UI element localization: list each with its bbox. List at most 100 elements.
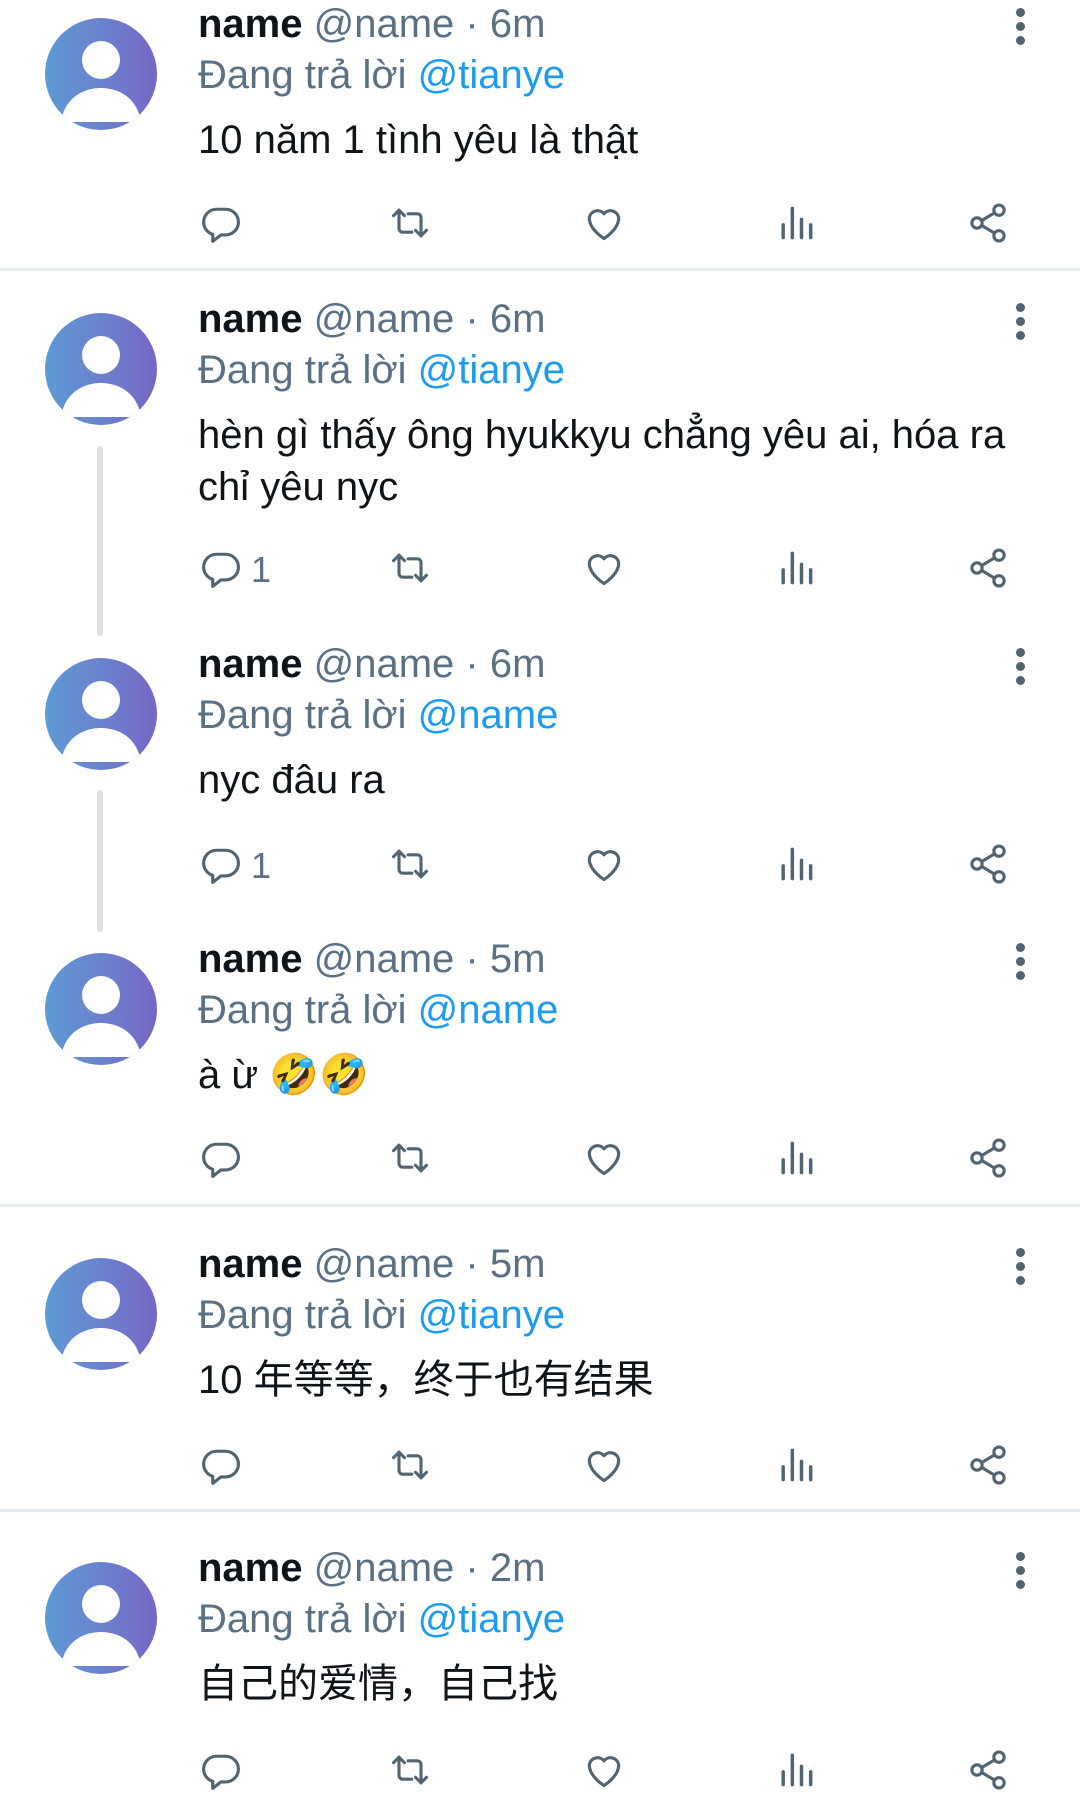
user-handle[interactable]: @name [314,1546,455,1590]
display-name[interactable]: name [198,297,303,341]
share-button[interactable] [966,1130,1010,1190]
more-icon[interactable] [1008,6,1032,46]
timestamp[interactable]: 5m [490,1242,546,1286]
share-button[interactable] [966,1742,1010,1802]
user-handle[interactable]: @name [314,1242,455,1286]
more-icon[interactable] [1008,301,1032,341]
avatar[interactable] [45,658,157,770]
retweet-icon [388,546,432,595]
retweet-button[interactable] [388,540,432,600]
like-icon [582,1748,626,1797]
stats-icon [774,842,818,891]
display-name[interactable]: name [198,1546,303,1590]
like-button[interactable] [582,1437,626,1497]
tweet-actions [0,1742,1080,1802]
stats-icon [774,1443,818,1492]
more-icon[interactable] [1008,1550,1032,1590]
reply-button[interactable] [199,1742,251,1802]
retweet-button[interactable] [388,1437,432,1497]
retweet-button[interactable] [388,195,432,255]
replying-to-label: Đang trả lời [198,348,407,392]
user-handle[interactable]: @name [314,937,455,981]
like-button[interactable] [582,1742,626,1802]
reply-to-handle[interactable]: @tianye [418,348,565,392]
like-button[interactable] [582,540,626,600]
view-stats-button[interactable] [774,1742,818,1802]
view-stats-button[interactable] [774,195,818,255]
replying-to: Đang trả lời @tianye [198,346,565,394]
reply-to-handle[interactable]: @tianye [418,1597,565,1641]
reply-button[interactable] [199,195,251,255]
like-icon [582,1136,626,1185]
separator-dot: · [454,1546,490,1590]
reply-button[interactable] [199,1130,251,1190]
replying-to: Đang trả lời @name [198,691,558,739]
more-icon[interactable] [1008,646,1032,686]
avatar[interactable] [45,953,157,1065]
replying-to-label: Đang trả lời [198,53,407,97]
replying-to-label: Đang trả lời [198,693,407,737]
retweet-button[interactable] [388,1742,432,1802]
tweet-actions [0,1130,1080,1190]
retweet-button[interactable] [388,1130,432,1190]
timestamp[interactable]: 6m [490,297,546,341]
reply-to-handle[interactable]: @tianye [418,1293,565,1337]
timestamp[interactable]: 2m [490,1546,546,1590]
retweet-button[interactable] [388,836,432,896]
timestamp[interactable]: 5m [490,937,546,981]
timestamp[interactable]: 6m [490,2,546,46]
reply-to-handle[interactable]: @name [418,988,559,1032]
tweet-text-content: nyc đâu ra [198,758,385,802]
share-button[interactable] [966,836,1010,896]
reply-to-handle[interactable]: @tianye [418,53,565,97]
reply-icon [199,842,243,891]
reply-button[interactable]: 1 [199,836,271,896]
like-button[interactable] [582,1130,626,1190]
tweet-actions [0,1437,1080,1497]
tweet-text: 自己的爱情，自己找 [198,1658,1028,1710]
replying-to: Đang trả lời @tianye [198,1595,565,1643]
view-stats-button[interactable] [774,1130,818,1190]
stats-icon [774,1748,818,1797]
like-icon [582,201,626,250]
share-button[interactable] [966,1437,1010,1497]
tweet-text-content: 10 年等等，终于也有结果 [198,1358,654,1402]
tweet-text: à ừ 🤣🤣 [198,1049,1028,1101]
share-icon [966,1748,1010,1797]
display-name[interactable]: name [198,1242,303,1286]
view-stats-button[interactable] [774,1437,818,1497]
more-icon[interactable] [1008,941,1032,981]
tweet-text: nyc đâu ra [198,754,1028,806]
share-icon [966,201,1010,250]
retweet-icon [388,1443,432,1492]
timestamp[interactable]: 6m [490,642,546,686]
user-handle[interactable]: @name [314,2,455,46]
view-stats-button[interactable] [774,836,818,896]
view-stats-button[interactable] [774,540,818,600]
share-icon [966,842,1010,891]
avatar[interactable] [45,1562,157,1674]
more-icon[interactable] [1008,1246,1032,1286]
like-icon [582,842,626,891]
like-button[interactable] [582,195,626,255]
avatar[interactable] [45,313,157,425]
share-button[interactable] [966,195,1010,255]
display-name[interactable]: name [198,642,303,686]
user-handle[interactable]: @name [314,642,455,686]
replying-to: Đang trả lời @tianye [198,51,565,99]
reply-to-handle[interactable]: @name [418,693,559,737]
avatar[interactable] [45,18,157,130]
tweet-text: 10 年等等，终于也有结果 [198,1354,1028,1406]
share-icon [966,546,1010,595]
reply-icon [199,1443,243,1492]
user-handle[interactable]: @name [314,297,455,341]
display-name[interactable]: name [198,937,303,981]
reply-button[interactable] [199,1437,251,1497]
share-button[interactable] [966,540,1010,600]
retweet-icon [388,1136,432,1185]
tweet-text-content: à ừ [198,1053,259,1097]
reply-button[interactable]: 1 [199,540,271,600]
like-button[interactable] [582,836,626,896]
display-name[interactable]: name [198,2,303,46]
avatar[interactable] [45,1258,157,1370]
